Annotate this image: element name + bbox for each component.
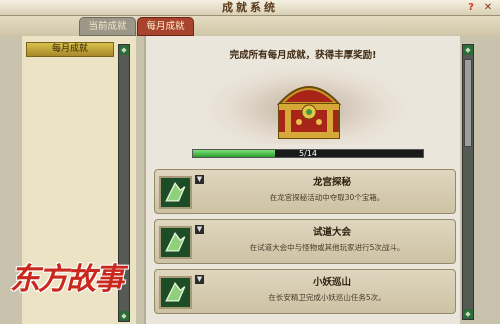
expand-icon[interactable]: ▼ — [195, 175, 204, 184]
achievement-title: 试道大会 — [312, 227, 351, 238]
progress-text: 5/14 — [299, 149, 317, 158]
achievement-description: 在试道大会中与怪物或其他玩家进行5次战斗。 — [249, 243, 405, 252]
scroll-thumb[interactable] — [464, 59, 472, 147]
achievement-card[interactable]: ▼ 试道大会 在试道大会中与怪物或其他玩家进行5次战斗。 — [154, 219, 456, 264]
title-bar: 成就系统 ? ✕ — [0, 0, 500, 16]
green-achievement-icon[interactable] — [159, 276, 192, 309]
achievement-title: 龙宫探秘 — [312, 177, 351, 188]
achievement-progress-bar: 5/14 — [192, 149, 424, 158]
scroll-up-icon[interactable]: ◆ — [119, 45, 129, 55]
achievement-title: 小妖巡山 — [312, 277, 351, 288]
help-button[interactable]: ? — [465, 2, 477, 14]
achievement-description: 在长安精卫完成小妖巡山任务5次。 — [268, 293, 386, 302]
expand-icon[interactable]: ▼ — [195, 225, 204, 234]
expand-icon[interactable]: ▼ — [195, 275, 204, 284]
achievement-description: 在龙宫探秘活动中夺取30个宝箱。 — [269, 193, 385, 202]
main-panel: 完成所有每月成就，获得丰厚奖励! 5/14 ▼ 龙宫探秘 在龙宫探秘活动中夺取3… — [144, 36, 460, 324]
tab-bar: 当前成就 每月成就 — [0, 16, 500, 36]
scroll-down-icon[interactable]: ◆ — [463, 309, 473, 319]
sidebar-item-monthly[interactable]: 每月成就 — [26, 42, 114, 57]
main-scrollbar[interactable]: ◆ ◆ — [462, 44, 474, 320]
game-logo-text: 东方故事 — [10, 262, 124, 297]
achievement-card[interactable]: ▼ 小妖巡山 在长安精卫完成小妖巡山任务5次。 — [154, 269, 456, 314]
green-achievement-icon[interactable] — [159, 176, 192, 209]
reward-headline: 完成所有每月成就，获得丰厚奖励! — [229, 50, 377, 61]
close-button[interactable]: ✕ — [482, 2, 494, 14]
game-logo: 东方故事 — [10, 248, 140, 318]
window-title: 成就系统 — [222, 1, 278, 14]
scroll-up-icon[interactable]: ◆ — [463, 45, 473, 55]
tab-current-achievements[interactable]: 当前成就 — [79, 17, 136, 36]
tab-monthly-achievements[interactable]: 每月成就 — [137, 17, 194, 36]
green-achievement-icon[interactable] — [159, 226, 192, 259]
treasure-chest-icon — [276, 86, 342, 139]
achievement-card[interactable]: ▼ 龙宫探秘 在龙宫探秘活动中夺取30个宝箱。 — [154, 169, 456, 214]
